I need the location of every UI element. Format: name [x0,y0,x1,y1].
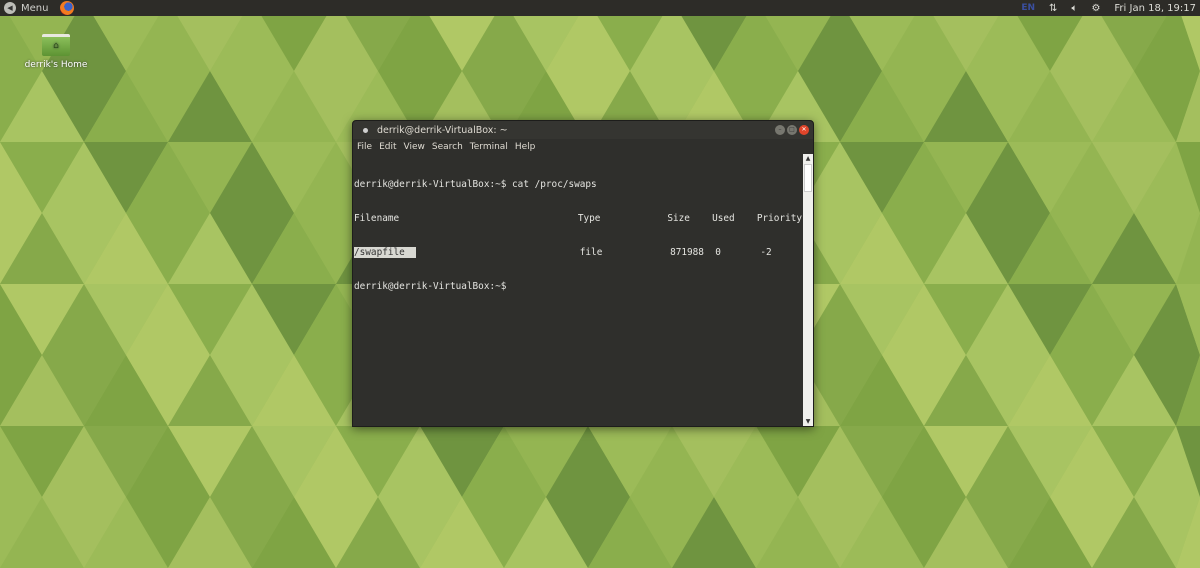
command-line: derrik@derrik-VirtualBox:~$ cat /proc/sw… [354,178,597,190]
terminal-window: derrik@derrik-VirtualBox: ~ – □ ✕ File E… [352,120,814,427]
scroll-down-arrow-icon[interactable]: ▼ [803,418,813,425]
cell-size: 871988 [670,247,704,259]
scrollbar[interactable]: ▲ ▼ [803,154,813,426]
menu-help[interactable]: Help [515,142,536,152]
cell-priority: -2 [760,247,772,259]
menu-view[interactable]: View [404,142,425,152]
cell-type: file [579,247,603,259]
menu-label: Menu [21,2,49,14]
menu-terminal[interactable]: Terminal [470,142,508,152]
menu-edit[interactable]: Edit [379,142,396,152]
header-used: Used [712,213,735,225]
menu-button[interactable]: ◀ Menu [4,2,48,14]
clock[interactable]: Fri Jan 18, 19:17 [1114,3,1196,14]
header-size: Size [667,213,690,225]
home-icon-label: derrik's Home [24,60,88,70]
home-folder-desktop-icon[interactable]: ⌂ derrik's Home [24,34,88,70]
folder-home-icon: ⌂ [42,34,70,56]
prompt-line: derrik@derrik-VirtualBox:~$ [354,281,507,293]
network-icon[interactable]: ⇅ [1049,3,1057,14]
volume-icon[interactable]: 🔈︎ [1071,3,1077,14]
terminal-output[interactable]: derrik@derrik-VirtualBox:~$ cat /proc/sw… [353,154,803,426]
scroll-up-arrow-icon[interactable]: ▲ [803,155,813,162]
header-priority: Priority [756,213,802,225]
menu-icon: ◀ [4,2,16,14]
settings-gear-icon[interactable]: ⚙ [1091,3,1100,14]
top-panel: ◀ Menu EN ⇅ 🔈︎ ⚙ Fri Jan 18, 19:17 [0,0,1200,16]
minimize-button[interactable]: – [775,125,785,135]
close-button[interactable]: ✕ [799,125,809,135]
table-row: /swapfile file 871988 0 -2 [354,247,802,259]
table-header-row: Filename Type Size Used Priority [354,213,802,224]
keyboard-layout-indicator[interactable]: EN [1021,3,1035,13]
cell-used: 0 [715,247,721,259]
cell-filename: /swapfile [354,247,417,259]
firefox-icon[interactable] [60,1,75,15]
menu-search[interactable]: Search [432,142,463,152]
terminal-titlebar[interactable]: derrik@derrik-VirtualBox: ~ – □ ✕ [353,121,813,139]
maximize-button[interactable]: □ [787,125,797,135]
header-filename: Filename [354,213,400,225]
terminal-menubar: File Edit View Search Terminal Help [353,139,813,154]
window-pin-icon[interactable] [363,127,368,133]
menu-file[interactable]: File [357,142,372,152]
header-type: Type [577,213,601,225]
window-title: derrik@derrik-VirtualBox: ~ [377,124,508,136]
scrollbar-thumb[interactable] [804,164,812,192]
